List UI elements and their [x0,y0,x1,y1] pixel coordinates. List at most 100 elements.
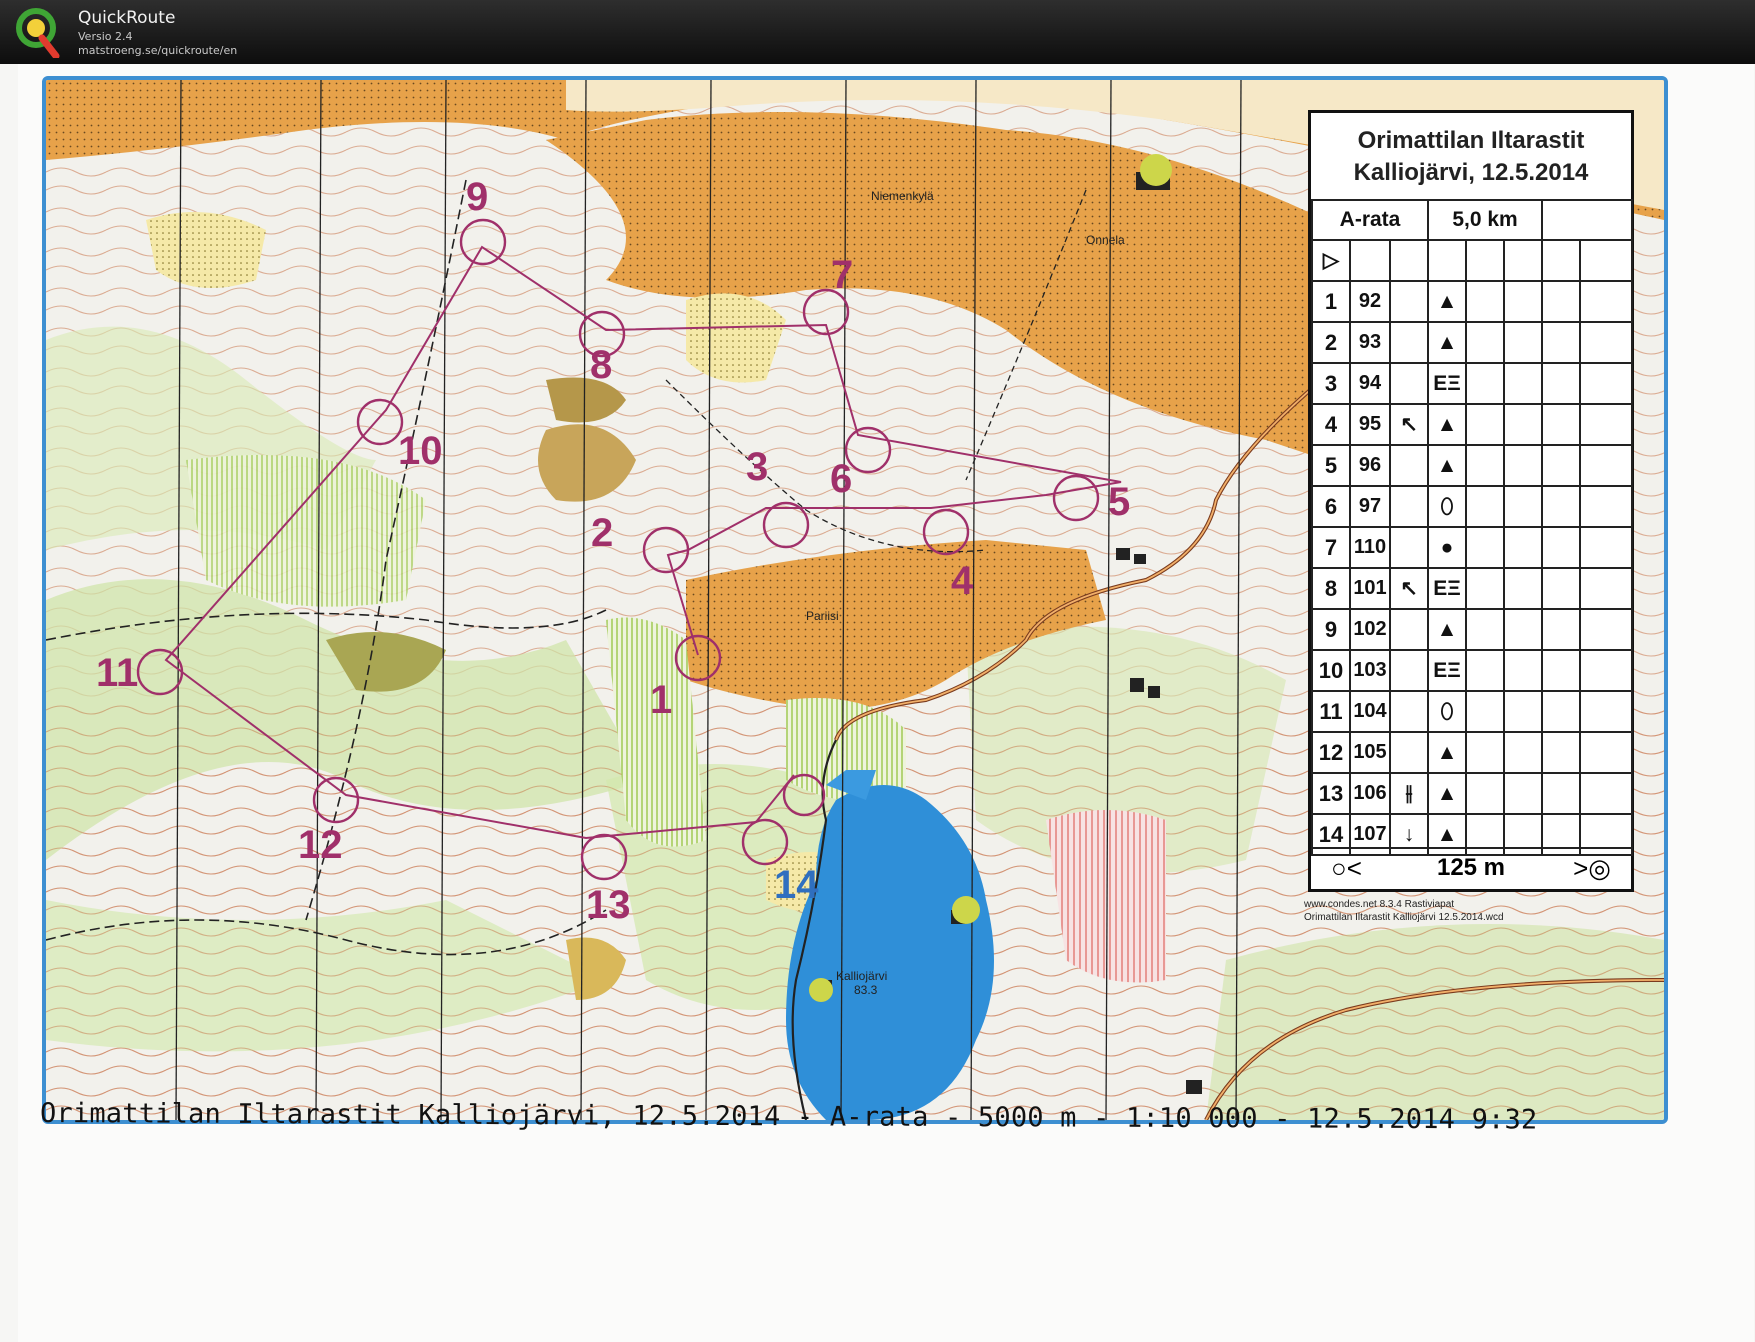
control-row-empty [1465,403,1506,446]
control-row-direction-icon [1388,280,1430,323]
control-row-empty [1541,608,1582,651]
control-row-code: 102 [1349,608,1391,651]
control-row-empty [1579,772,1634,815]
course-name: A-rata [1310,199,1430,241]
control-row: 13 106 ⫲ ▲ [1311,772,1634,815]
control-row-empty [1503,485,1544,528]
control-row-direction-icon [1388,526,1430,569]
control-row-empty [1541,321,1582,364]
control-row: 3 94 ΕΞ [1311,362,1634,405]
control-row-empty [1465,690,1506,733]
control-row-code: 101 [1349,567,1391,610]
control-row-direction-icon: ↖ [1388,567,1430,610]
app-name: QuickRoute [78,8,176,28]
control-row-feature-icon: ▲ [1427,280,1468,323]
control-row-number: 5 [1311,444,1351,487]
control-row-feature-icon: ▲ [1427,321,1468,364]
control-row-empty [1503,403,1544,446]
control-row-direction-icon [1388,649,1430,692]
control-row-empty [1579,690,1634,733]
control-number-13: 13 [586,883,631,927]
control-row-feature-icon: ΕΞ [1427,649,1468,692]
control-row-number: 3 [1311,362,1351,405]
control-row-feature-icon: ▲ [1427,772,1468,815]
control-row-code: 104 [1349,690,1391,733]
control-row-direction-icon [1388,485,1430,528]
place-label-onnela: Onnela [1086,233,1125,247]
control-row-feature-icon: ΕΞ [1427,567,1468,610]
control-row-empty [1541,649,1582,692]
control-row-number: 9 [1311,608,1351,651]
control-row-number: 6 [1311,485,1351,528]
control-row-feature-icon: ▲ [1427,403,1468,446]
control-row-number: 1 [1311,280,1351,323]
control-row-empty [1541,526,1582,569]
place-label-niemenkyla: Niemenkylä [871,189,934,203]
place-label-pariisi: Pariisi [806,609,839,623]
control-row-number: 10 [1311,649,1351,692]
control-row-empty [1541,567,1582,610]
control-row-feature-icon: ▲ [1427,444,1468,487]
control-row-code: 95 [1349,403,1391,446]
control-row-direction-icon: ⫲ [1388,772,1430,815]
control-row-direction-icon: ↖ [1388,403,1430,446]
control-row-empty [1579,526,1634,569]
control-row-direction-icon [1388,362,1430,405]
control-row-code: 92 [1349,280,1391,323]
control-row: 6 97 ⬯ [1311,485,1634,528]
control-row-empty [1579,608,1634,651]
control-row-empty [1579,321,1634,364]
control-row-empty [1465,526,1506,569]
control-number-5: 5 [1108,480,1130,524]
control-row-number: 12 [1311,731,1351,774]
control-row-empty [1503,731,1544,774]
control-row-empty [1503,772,1544,815]
event-title: Orimattilan Iltarastit [1357,127,1585,154]
event-place-date: Kalliojärvi, 12.5.2014 [1353,159,1589,186]
control-row-empty [1541,362,1582,405]
quickroute-logo-icon [16,8,60,58]
control-number-11: 11 [96,651,138,695]
control-number-1: 1 [650,678,672,722]
control-row-empty [1541,690,1582,733]
control-row: 1 92 ▲ [1311,280,1634,323]
control-row-number: 2 [1311,321,1351,364]
app-url-link[interactable]: matstroeng.se/quickroute/en [78,44,237,57]
finish-right-icon: >◎ [1573,853,1611,883]
control-row-empty [1541,280,1582,323]
control-row-number: 8 [1311,567,1351,610]
control-row-empty [1503,444,1544,487]
course-length: 5,0 km [1427,199,1544,241]
control-row-empty [1503,649,1544,692]
control-number-2: 2 [591,511,613,555]
control-number-12: 12 [298,823,343,867]
control-row-empty [1579,649,1634,692]
control-row-number: 13 [1311,772,1351,815]
control-row-empty [1465,608,1506,651]
control-number-9: 9 [466,175,488,219]
control-row-empty [1465,485,1506,528]
control-row-empty [1541,403,1582,446]
control-row-direction-icon [1388,731,1430,774]
app-titlebar: QuickRoute Versio 2.4 matstroeng.se/quic… [0,0,1755,64]
control-row-feature-icon: ▲ [1427,608,1468,651]
control-number-14: 14 [774,863,819,907]
control-row-code: 94 [1349,362,1391,405]
course-file-name: Orimattilan Iltarastit Kalliojärvi 12.5.… [1304,912,1504,923]
control-row-feature-icon: ΕΞ [1427,362,1468,405]
control-row-empty [1541,731,1582,774]
control-row-empty [1465,731,1506,774]
control-row-empty [1579,567,1634,610]
control-row-code: 97 [1349,485,1391,528]
control-number-8: 8 [590,343,612,387]
control-row-direction-icon [1388,444,1430,487]
control-row-feature-icon: ▲ [1427,731,1468,774]
software-credit: www.condes.net 8.3.4 Rastiviapat [1304,899,1455,910]
control-row-number: 4 [1311,403,1351,446]
start-triangle-icon: ▷ [1311,239,1351,282]
control-row-empty [1579,444,1634,487]
place-label-kalliojarvi: Kalliojärvi [836,969,887,983]
control-row-empty [1579,485,1634,528]
control-row-code: 93 [1349,321,1391,364]
control-description-table: A-rata 5,0 km ▷ 1 92 ▲ 2 93 ▲ 3 94 ΕΞ 4 95 ↖ ▲ 5 96 ▲ 6 9… [1310,199,1634,856]
